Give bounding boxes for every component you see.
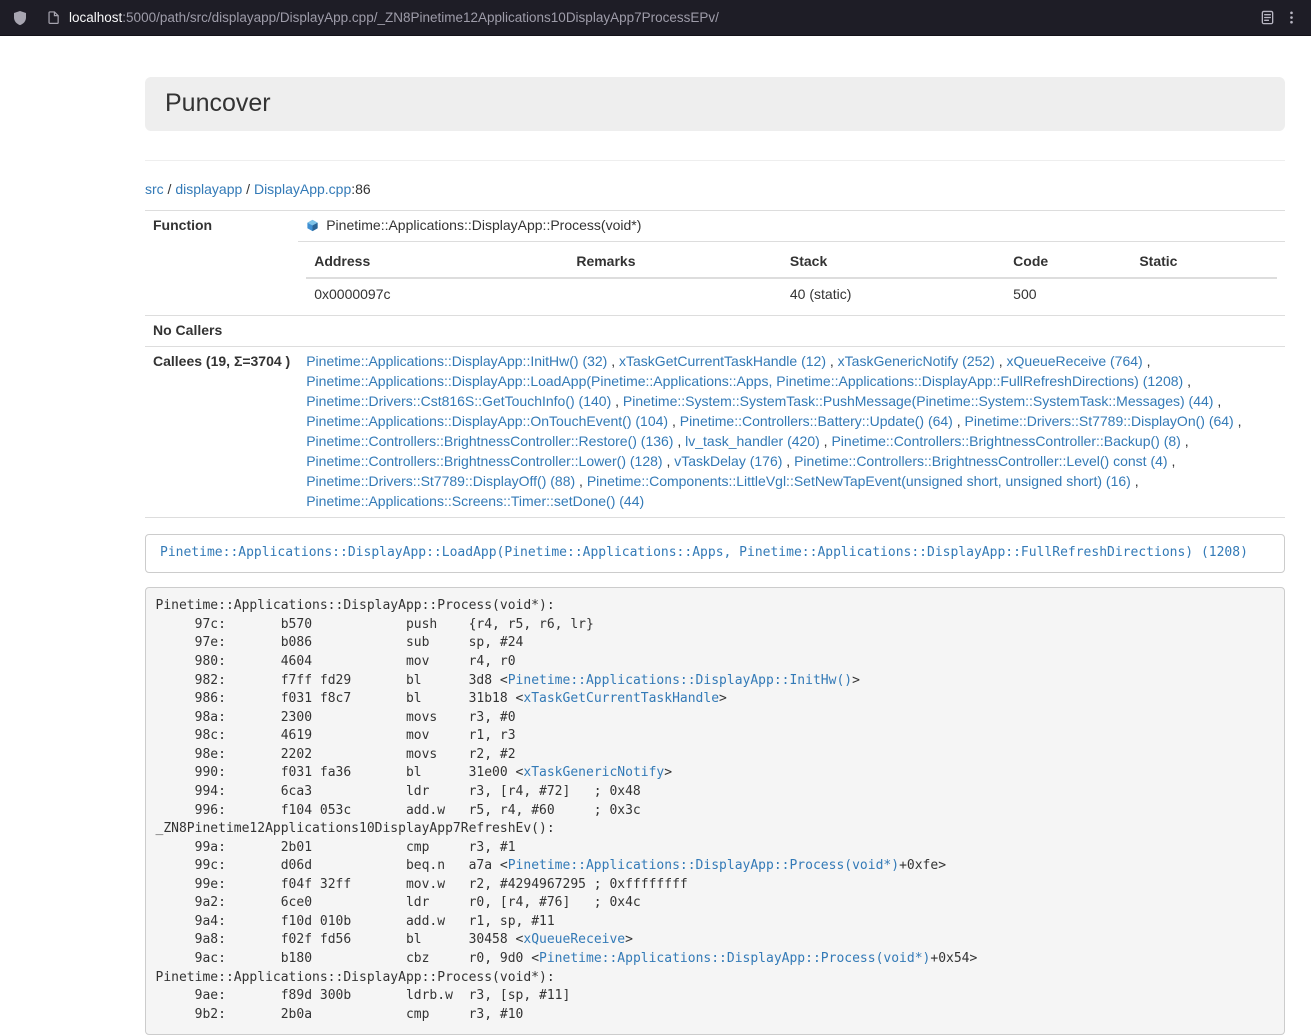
- code-symbol-link[interactable]: xTaskGenericNotify: [523, 765, 664, 780]
- callee-separator: ,: [611, 393, 623, 409]
- function-label: Function: [145, 211, 298, 316]
- function-name-cell: Pinetime::Applications::DisplayApp::Proc…: [298, 211, 1285, 242]
- callee-separator: ,: [782, 453, 794, 469]
- callee-separator: ,: [1143, 353, 1151, 369]
- highlighted-callee-box: Pinetime::Applications::DisplayApp::Load…: [145, 534, 1285, 573]
- callee-separator: ,: [1213, 393, 1221, 409]
- function-info-table: Function Pinetime::Applications::Display…: [145, 210, 1285, 518]
- jumbotron: Puncover: [145, 77, 1285, 131]
- url-path: :5000/path/src/displayapp/DisplayApp.cpp…: [122, 10, 719, 25]
- function-name: Pinetime::Applications::DisplayApp::Proc…: [326, 217, 641, 233]
- callee-separator: ,: [1181, 433, 1189, 449]
- stats-header: Address: [306, 247, 568, 278]
- callee-link[interactable]: lv_task_handler (420): [685, 433, 820, 449]
- callee-separator: ,: [607, 353, 619, 369]
- no-callers-cell: [298, 316, 1285, 347]
- callee-separator: ,: [663, 453, 675, 469]
- code-symbol-link[interactable]: Pinetime::Applications::DisplayApp::Init…: [508, 673, 852, 688]
- callee-separator: ,: [1234, 413, 1242, 429]
- callee-link[interactable]: vTaskDelay (176): [674, 453, 782, 469]
- stats-value: 0x0000097c: [306, 278, 568, 310]
- browser-toolbar: localhost:5000/path/src/displayapp/Displ…: [0, 0, 1311, 36]
- reader-view-icon[interactable]: [1260, 10, 1275, 25]
- breadcrumb-link[interactable]: DisplayApp.cpp: [254, 181, 351, 197]
- stats-cell: AddressRemarksStackCodeStatic 0x0000097c…: [298, 242, 1285, 316]
- stats-header: Code: [1005, 247, 1131, 278]
- method-icon: [306, 219, 319, 232]
- callee-link[interactable]: Pinetime::Controllers::BrightnessControl…: [831, 433, 1180, 449]
- callees-row: Callees (19, Σ=3704 ) Pinetime::Applicat…: [145, 347, 1285, 518]
- callee-link[interactable]: Pinetime::Applications::DisplayApp::OnTo…: [306, 413, 668, 429]
- page-info-icon[interactable]: [47, 11, 60, 24]
- stats-values-row: 0x0000097c 40 (static)500: [306, 278, 1277, 310]
- stats-value: 40 (static): [782, 278, 1005, 310]
- callee-separator: ,: [668, 413, 680, 429]
- callee-link[interactable]: xTaskGetCurrentTaskHandle (12): [619, 353, 826, 369]
- stats-value: 500: [1005, 278, 1131, 310]
- function-stats-table: AddressRemarksStackCodeStatic 0x0000097c…: [306, 247, 1277, 310]
- callee-link[interactable]: Pinetime::Controllers::Battery::Update()…: [680, 413, 953, 429]
- breadcrumb-link[interactable]: src: [145, 181, 164, 197]
- callee-link[interactable]: Pinetime::Applications::Screens::Timer::…: [306, 493, 644, 509]
- callee-separator: ,: [995, 353, 1007, 369]
- callee-link[interactable]: Pinetime::Drivers::Cst816S::GetTouchInfo…: [306, 393, 611, 409]
- disassembly-code-block: Pinetime::Applications::DisplayApp::Proc…: [145, 587, 1285, 1035]
- shield-icon[interactable]: [12, 10, 28, 26]
- url-host: localhost: [69, 10, 122, 25]
- breadcrumb: src / displayapp / DisplayApp.cpp:86: [145, 180, 1285, 200]
- callee-separator: ,: [1131, 473, 1139, 489]
- breadcrumb-separator: /: [242, 181, 254, 197]
- callee-separator: ,: [1168, 453, 1176, 469]
- highlighted-callee-link[interactable]: Pinetime::Applications::DisplayApp::Load…: [160, 545, 1248, 560]
- callee-link[interactable]: Pinetime::Components::LittleVgl::SetNewT…: [587, 473, 1131, 489]
- code-symbol-link[interactable]: xTaskGetCurrentTaskHandle: [523, 691, 719, 706]
- code-symbol-link[interactable]: Pinetime::Applications::DisplayApp::Proc…: [539, 951, 930, 966]
- code-symbol-link[interactable]: Pinetime::Applications::DisplayApp::Proc…: [508, 858, 899, 873]
- callee-link[interactable]: Pinetime::Controllers::BrightnessControl…: [306, 453, 662, 469]
- page-title: Puncover: [165, 90, 1265, 118]
- callee-separator: ,: [575, 473, 587, 489]
- callees-cell: Pinetime::Applications::DisplayApp::Init…: [298, 347, 1285, 518]
- url-bar[interactable]: localhost:5000/path/src/displayapp/Displ…: [37, 4, 1251, 31]
- no-callers-row: No Callers: [145, 316, 1285, 347]
- callee-link[interactable]: Pinetime::Applications::DisplayApp::Init…: [306, 353, 607, 369]
- callee-link[interactable]: Pinetime::Drivers::St7789::DisplayOn() (…: [965, 413, 1234, 429]
- callee-separator: ,: [673, 433, 685, 449]
- breadcrumb-link[interactable]: displayapp: [175, 181, 242, 197]
- stats-header: Remarks: [568, 247, 782, 278]
- callee-separator: ,: [826, 353, 838, 369]
- stats-header: Static: [1131, 247, 1277, 278]
- callee-link[interactable]: Pinetime::Applications::DisplayApp::Load…: [306, 373, 1183, 389]
- callee-link[interactable]: Pinetime::Controllers::BrightnessControl…: [306, 433, 673, 449]
- stats-row-wrapper: AddressRemarksStackCodeStatic 0x0000097c…: [145, 242, 1285, 316]
- stats-header: Stack: [782, 247, 1005, 278]
- stats-value: [1131, 278, 1277, 310]
- callee-link[interactable]: Pinetime::System::SystemTask::PushMessag…: [623, 393, 1214, 409]
- url-text: localhost:5000/path/src/displayapp/Displ…: [69, 8, 719, 27]
- callee-separator: ,: [953, 413, 965, 429]
- breadcrumb-line-number: :86: [351, 181, 370, 197]
- stats-value: [568, 278, 782, 310]
- divider: [145, 160, 1285, 161]
- callee-link[interactable]: Pinetime::Controllers::BrightnessControl…: [794, 453, 1167, 469]
- callee-link[interactable]: xQueueReceive (764): [1007, 353, 1143, 369]
- callee-link[interactable]: xTaskGenericNotify (252): [838, 353, 995, 369]
- page-content: Puncover src / displayapp / DisplayApp.c…: [145, 77, 1285, 1035]
- no-callers-label: No Callers: [145, 316, 298, 347]
- callee-separator: ,: [1183, 373, 1191, 389]
- function-row: Function Pinetime::Applications::Display…: [145, 211, 1285, 242]
- callee-separator: ,: [820, 433, 832, 449]
- breadcrumb-separator: /: [164, 181, 176, 197]
- callee-link[interactable]: Pinetime::Drivers::St7789::DisplayOff() …: [306, 473, 575, 489]
- callees-label: Callees (19, Σ=3704 ): [145, 347, 298, 518]
- code-symbol-link[interactable]: xQueueReceive: [523, 932, 625, 947]
- kebab-menu-icon[interactable]: [1284, 10, 1299, 25]
